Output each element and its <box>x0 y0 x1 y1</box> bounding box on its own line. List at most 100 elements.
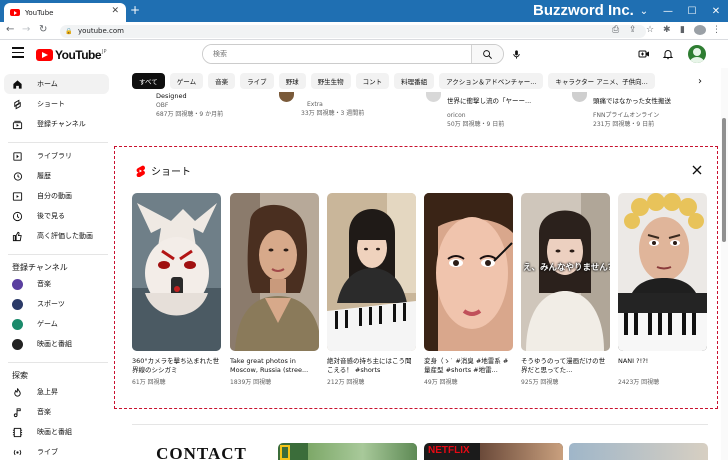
music-note-icon <box>12 407 23 418</box>
hamburger-menu-icon[interactable] <box>12 47 24 61</box>
short-views: 1839万 回視聴 <box>230 379 272 386</box>
forward-icon[interactable]: → <box>22 24 30 35</box>
share-icon[interactable]: ⇪ <box>629 25 637 35</box>
sidebar-item-shorts[interactable]: ショート <box>4 94 109 114</box>
sidebar-item-liked[interactable]: 高く評価した動画 <box>4 226 109 246</box>
sidebar-item-watch-later[interactable]: 後で見る <box>4 206 109 226</box>
video-item[interactable]: Extra 33万 回視聴・3 週間前 <box>301 100 364 118</box>
sidebar-item-movies[interactable]: 映画と番組 <box>4 422 109 442</box>
chips-next-chevron-icon[interactable]: › <box>692 73 708 89</box>
chip-baseball[interactable]: 野球 <box>278 73 306 89</box>
chip-wildlife[interactable]: 野生生物 <box>310 73 351 89</box>
sidebar-item-subscriptions[interactable]: 登録チャンネル <box>4 114 109 134</box>
video-channel: OBF <box>156 102 169 109</box>
short-title[interactable]: NANI ?!?! <box>618 357 707 375</box>
short-views: 925万 回視聴 <box>521 379 559 386</box>
chip-live[interactable]: ライブ <box>240 73 274 89</box>
short-card[interactable]: 絶対音感の持ち主にはこう聞こえる！ #shorts 212万 回視聴 <box>327 193 416 386</box>
shelf-close-button[interactable] <box>690 163 704 177</box>
video-channel: oricon <box>447 112 466 119</box>
channel-avatar[interactable] <box>279 92 294 102</box>
profile-icon[interactable] <box>694 25 706 35</box>
chip-all[interactable]: すべて <box>132 73 165 89</box>
sidebar-item-trending[interactable]: 急上昇 <box>4 382 109 402</box>
video-title: Designed <box>156 92 187 100</box>
minimize-icon[interactable]: — <box>656 0 680 22</box>
video-thumbnail[interactable] <box>569 443 708 460</box>
bookmark-star-icon[interactable]: ☆ <box>646 25 654 35</box>
chip-animation[interactable]: キャラクター アニメ、子供向... <box>548 73 655 89</box>
chip-gaming[interactable]: ゲーム <box>169 73 204 89</box>
sidebar-item-label: 急上昇 <box>37 388 58 396</box>
youtube-logo[interactable]: YouTube JP <box>36 48 107 62</box>
maximize-icon[interactable]: ☐ <box>680 0 704 22</box>
library-icon <box>12 151 23 162</box>
menu-kebab-icon[interactable]: ⋮ <box>712 25 721 35</box>
chip-comedy[interactable]: コント <box>355 73 390 89</box>
brand-watermark: Buzzword Inc. <box>533 2 634 19</box>
short-card[interactable]: 360°カメラを擊ち込まれた世界線のシシガミ 61万 回視聴 <box>132 193 221 386</box>
short-thumbnail[interactable]: え、みんなやりません? <box>521 193 610 351</box>
browser-tab[interactable]: YouTube ✕ <box>4 3 126 22</box>
sidebar-item-library[interactable]: ライブラリ <box>4 146 109 166</box>
short-title[interactable]: Take great photos in Moscow, Russia (str… <box>230 357 319 375</box>
close-window-icon[interactable]: ✕ <box>704 0 728 22</box>
bell-icon <box>662 50 674 60</box>
chip-action[interactable]: アクション＆アドベンチャー... <box>439 73 544 89</box>
new-tab-icon[interactable]: + <box>130 3 140 17</box>
voice-search-button[interactable] <box>508 46 524 62</box>
short-card[interactable]: Take great photos in Moscow, Russia (str… <box>230 193 319 386</box>
url-text: youtube.com <box>78 27 124 35</box>
sidebar-channel-movies[interactable]: 映画と番組 <box>4 334 109 354</box>
short-title[interactable]: 360°カメラを擊ち込まれた世界線のシシガミ <box>132 357 221 375</box>
short-card[interactable]: 変身（ゝ˙ #消臭 #地雷系 #量産型 #shorts #地雷... 49万 回… <box>424 193 513 386</box>
channel-avatar <box>12 298 23 310</box>
search-input[interactable] <box>203 45 473 63</box>
sidebar-channel-music[interactable]: 音楽 <box>4 274 109 294</box>
back-icon[interactable]: ← <box>6 24 14 35</box>
shorts-icon <box>12 99 23 110</box>
sidebar-item-label: ライブラリ <box>37 152 72 160</box>
short-thumbnail[interactable] <box>424 193 513 351</box>
sidebar-channel-sports[interactable]: スポーツ <box>4 294 109 314</box>
sidebar-item-label: 音楽 <box>37 280 51 288</box>
short-thumbnail[interactable] <box>618 193 707 351</box>
sidepanel-icon[interactable]: ▮ <box>680 25 685 35</box>
video-item[interactable]: 世界に衝撃し流の「ヤーー... oricon 50万 回視聴・9 日前 <box>447 97 531 129</box>
extensions-icon[interactable]: ✱ <box>663 25 671 35</box>
short-title[interactable]: 絶対音感の持ち主にはこう聞こえる！ #shorts <box>327 357 416 375</box>
video-thumbnail[interactable]: NETFLIX <box>424 443 563 460</box>
video-item[interactable]: Designed OBF 687万 回視聴・9 か月前 <box>156 92 223 119</box>
search-button[interactable] <box>471 45 503 63</box>
short-thumbnail[interactable] <box>132 193 221 351</box>
video-thumbnail[interactable]: CONTACT <box>132 443 271 460</box>
page-scrollbar-thumb[interactable] <box>722 118 726 242</box>
chip-cooking[interactable]: 料理番組 <box>394 73 435 89</box>
sidebar-item-my-videos[interactable]: 自分の動画 <box>4 186 109 206</box>
sidebar-item-music[interactable]: 音楽 <box>4 402 109 422</box>
short-title[interactable]: そうゆうのって漫画だけの世界だと思ってた... <box>521 357 610 375</box>
notifications-button[interactable] <box>660 46 676 62</box>
explore-heading: 探索 <box>12 371 28 380</box>
url-field[interactable]: 🔒 youtube.com <box>60 25 646 38</box>
video-item[interactable]: 頭痛ではなかった女性搬送 FNNプライムオンライン 231万 回視聴・9 日前 <box>593 97 671 129</box>
short-card[interactable]: え、みんなやりません? そうゆうのって漫画だけの世界だと思ってた... 925万… <box>521 193 610 386</box>
tab-close-icon[interactable]: ✕ <box>111 6 119 16</box>
chip-music[interactable]: 音楽 <box>208 73 236 89</box>
sidebar-channel-gaming[interactable]: ゲーム <box>4 314 109 334</box>
video-thumbnail[interactable] <box>278 443 417 460</box>
sidebar-item-home[interactable]: ホーム <box>4 74 109 94</box>
reload-icon[interactable]: ↻ <box>39 24 47 35</box>
sidebar-item-history[interactable]: 履歴 <box>4 166 109 186</box>
short-title[interactable]: 変身（ゝ˙ #消臭 #地雷系 #量産型 #shorts #地雷... <box>424 357 513 375</box>
chevron-down-icon[interactable]: ⌄ <box>632 0 656 22</box>
short-thumbnail[interactable] <box>230 193 319 351</box>
account-avatar[interactable] <box>688 45 706 63</box>
channel-avatar[interactable] <box>426 92 441 102</box>
sidebar-item-live[interactable]: ライブ <box>4 442 109 460</box>
install-icon[interactable]: ⎙ <box>612 25 619 35</box>
short-thumbnail[interactable] <box>327 193 416 351</box>
short-card[interactable]: NANI ?!?! 2423万 回視聴 <box>618 193 707 386</box>
create-button[interactable] <box>636 46 652 62</box>
channel-avatar[interactable] <box>572 92 587 102</box>
